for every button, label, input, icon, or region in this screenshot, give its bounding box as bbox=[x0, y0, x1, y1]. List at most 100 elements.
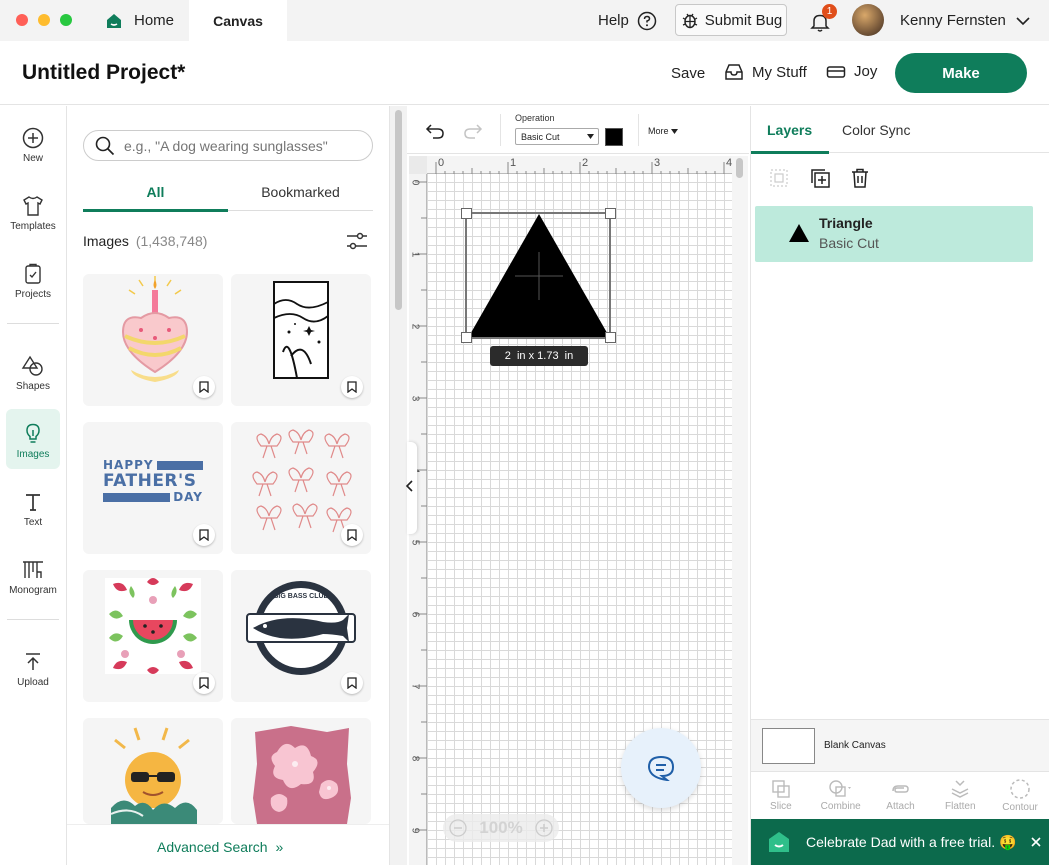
bookmark-button[interactable] bbox=[193, 524, 215, 546]
slice-button[interactable]: Slice bbox=[753, 779, 809, 812]
layer-name: Triangle bbox=[819, 215, 873, 231]
attach-label: Attach bbox=[886, 801, 915, 812]
help-button[interactable]: Help bbox=[598, 0, 657, 41]
zoom-window-button[interactable] bbox=[60, 14, 72, 26]
tab-canvas[interactable]: Canvas bbox=[189, 0, 287, 41]
rail-divider bbox=[7, 619, 59, 620]
left-rail: New Templates Projects Shapes Images Tex… bbox=[0, 106, 67, 865]
ruler-left-label: 3 bbox=[409, 395, 421, 402]
image-card-bass-club[interactable]: BIG BASS CLUB SINCE 1996 bbox=[231, 570, 371, 702]
zoom-out-icon[interactable] bbox=[449, 819, 467, 837]
close-icon[interactable] bbox=[1030, 836, 1042, 848]
bookmark-icon bbox=[199, 381, 209, 393]
save-button[interactable]: Save bbox=[671, 65, 705, 82]
combine-icon bbox=[828, 780, 851, 797]
avatar[interactable] bbox=[852, 4, 884, 36]
combine-button[interactable]: Combine bbox=[813, 779, 869, 812]
rail-upload[interactable]: Upload bbox=[0, 650, 66, 688]
resize-handle[interactable] bbox=[461, 332, 472, 343]
bookmark-icon bbox=[347, 677, 357, 689]
make-button[interactable]: Make bbox=[895, 53, 1027, 93]
tab-home[interactable]: Home bbox=[104, 0, 186, 41]
layer-item-triangle[interactable]: Triangle Basic Cut bbox=[755, 206, 1033, 262]
notifications-button[interactable]: 1 bbox=[808, 4, 837, 34]
ruler-top-ticks bbox=[435, 162, 725, 174]
undo-icon[interactable] bbox=[425, 123, 445, 139]
blank-canvas-thumb bbox=[762, 728, 815, 764]
triangle-shape[interactable] bbox=[461, 208, 619, 343]
tab-bookmarked[interactable]: Bookmarked bbox=[228, 184, 373, 200]
rail-templates[interactable]: Templates bbox=[0, 194, 66, 232]
close-window-button[interactable] bbox=[16, 14, 28, 26]
duplicate-icon[interactable] bbox=[809, 167, 831, 189]
bookmark-icon bbox=[347, 381, 357, 393]
contour-button[interactable]: Contour bbox=[992, 778, 1048, 813]
my-stuff-button[interactable]: My Stuff bbox=[724, 63, 807, 81]
redo-icon[interactable] bbox=[463, 123, 483, 139]
tab-all[interactable]: All bbox=[83, 184, 228, 200]
fathers-day-line1: HAPPY bbox=[103, 458, 154, 472]
chevron-left-icon[interactable] bbox=[404, 478, 416, 494]
image-card-surf-card[interactable] bbox=[231, 274, 371, 406]
submit-bug-button[interactable]: Submit Bug bbox=[675, 4, 787, 36]
search-box[interactable] bbox=[83, 130, 373, 161]
operation-select[interactable]: Basic Cut bbox=[515, 128, 599, 145]
image-card-watermelon[interactable] bbox=[83, 570, 223, 702]
machine-button[interactable]: Joy bbox=[826, 63, 877, 80]
image-card-fathers-day[interactable]: HAPPY FATHER'S DAY bbox=[83, 422, 223, 554]
bookmark-button[interactable] bbox=[193, 376, 215, 398]
flatten-button[interactable]: Flatten bbox=[932, 779, 988, 812]
tab-active-indicator bbox=[751, 151, 829, 154]
rail-monogram[interactable]: Monogram bbox=[0, 558, 66, 596]
attach-button[interactable]: Attach bbox=[872, 779, 928, 812]
image-card-bows[interactable] bbox=[231, 422, 371, 554]
advanced-search-link[interactable]: Advanced Search » bbox=[157, 839, 283, 855]
filter-icon[interactable] bbox=[346, 232, 368, 250]
images-panel: All Bookmarked Images (1,438,748) bbox=[67, 106, 389, 865]
ruler-left-label: 5 bbox=[409, 539, 421, 546]
rail-shapes-label: Shapes bbox=[16, 381, 50, 392]
double-chevron-icon: » bbox=[275, 839, 284, 855]
user-menu[interactable]: Kenny Fernsten bbox=[900, 0, 1030, 41]
pink-flowers-image bbox=[253, 726, 351, 824]
chat-button[interactable] bbox=[621, 728, 701, 808]
resize-handle[interactable] bbox=[605, 208, 616, 219]
rail-images[interactable]: Images bbox=[0, 422, 66, 460]
advanced-search-bar: Advanced Search » bbox=[67, 824, 389, 865]
bookmark-button[interactable] bbox=[341, 376, 363, 398]
canvas-scroll-thumb[interactable] bbox=[736, 158, 743, 178]
contour-icon bbox=[1010, 779, 1030, 799]
zoom-in-icon[interactable] bbox=[535, 819, 553, 837]
ruler-corner bbox=[409, 156, 427, 174]
image-card-sun-sunglasses[interactable] bbox=[83, 718, 223, 824]
minimize-window-button[interactable] bbox=[38, 14, 50, 26]
promo-banner[interactable]: Celebrate Dad with a free trial. 🤑 bbox=[751, 819, 1049, 865]
resize-handle[interactable] bbox=[605, 332, 616, 343]
rail-text[interactable]: Text bbox=[0, 490, 66, 528]
group-icon[interactable] bbox=[769, 168, 789, 188]
more-menu[interactable]: More bbox=[648, 126, 678, 136]
rail-new[interactable]: New bbox=[0, 126, 66, 164]
ruler-left-label: 0 bbox=[409, 179, 421, 186]
color-swatch[interactable] bbox=[605, 128, 623, 146]
contour-label: Contour bbox=[1002, 802, 1038, 813]
search-input[interactable] bbox=[124, 136, 364, 156]
image-card-birthday-cake[interactable] bbox=[83, 274, 223, 406]
canvas-scrollbar[interactable] bbox=[732, 156, 748, 865]
tab-color-sync[interactable]: Color Sync bbox=[842, 122, 910, 138]
bookmark-button[interactable] bbox=[341, 524, 363, 546]
blank-canvas-row[interactable]: Blank Canvas bbox=[751, 719, 1049, 771]
caret-down-icon bbox=[670, 128, 678, 134]
rail-shapes[interactable]: Shapes bbox=[0, 354, 66, 392]
canvas-area[interactable]: 0 1 2 3 4 0 1 2 3 4 5 6 7 8 9 2 in x 1.7… bbox=[407, 156, 748, 865]
bookmark-button[interactable] bbox=[193, 672, 215, 694]
resize-handle[interactable] bbox=[461, 208, 472, 219]
trash-icon[interactable] bbox=[849, 167, 871, 189]
project-title[interactable]: Untitled Project* bbox=[22, 61, 185, 85]
tab-layers[interactable]: Layers bbox=[767, 122, 812, 138]
image-card-pink-flowers[interactable] bbox=[231, 718, 371, 824]
home-logo-icon bbox=[107, 13, 121, 28]
rail-projects[interactable]: Projects bbox=[0, 262, 66, 300]
bookmark-button[interactable] bbox=[341, 672, 363, 694]
panel-scroll-thumb[interactable] bbox=[395, 110, 402, 310]
